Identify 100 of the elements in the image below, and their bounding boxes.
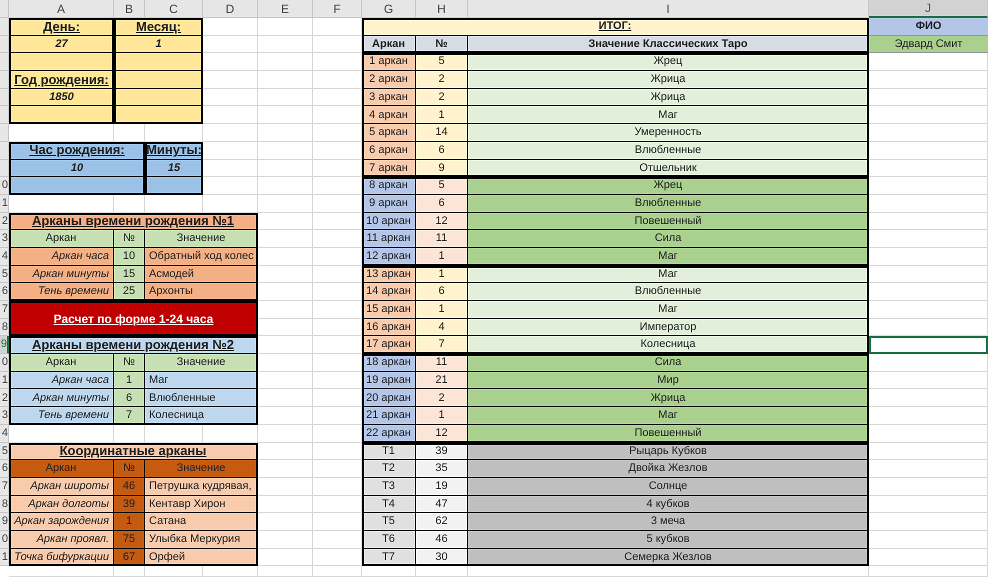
row-number[interactable]: 7 xyxy=(0,478,9,496)
table-cell: Аркан часа xyxy=(9,248,114,266)
table-cell: Маг xyxy=(468,407,869,425)
table-cell: 1 xyxy=(114,513,145,531)
table-cell: 6 xyxy=(114,389,145,408)
table-cell: T3 xyxy=(362,478,416,496)
table-cell: 10 аркан xyxy=(362,212,416,230)
column-header[interactable]: A xyxy=(9,0,114,18)
table-cell: 21 xyxy=(416,372,468,390)
table-cell: T6 xyxy=(362,530,416,549)
table-cell: T5 xyxy=(362,513,416,531)
table-cell: 1 xyxy=(416,407,468,425)
row-number[interactable]: 8 xyxy=(0,318,9,336)
table-cell: 6 xyxy=(416,142,468,160)
column-header[interactable]: C xyxy=(145,0,203,18)
table-cell: Маг xyxy=(468,301,869,319)
column-header[interactable]: G xyxy=(362,0,416,18)
row-number[interactable]: 3 xyxy=(0,407,9,425)
row-header[interactable] xyxy=(0,71,9,89)
row-number[interactable]: 9 xyxy=(0,336,9,354)
table-cell: Аркан зарождения xyxy=(9,513,114,531)
table-cell: 3 аркан xyxy=(362,88,416,106)
table-cell: 1850 xyxy=(9,88,114,106)
column-header: Значение xyxy=(145,354,258,372)
table-cell: 1 xyxy=(416,106,468,124)
row-header[interactable] xyxy=(0,53,9,72)
column-header: № xyxy=(114,230,145,248)
row-number[interactable]: 2 xyxy=(0,389,9,408)
row-number[interactable]: 1 xyxy=(0,372,9,390)
table-cell: 10 xyxy=(9,160,145,178)
table-cell: 11 xyxy=(416,230,468,248)
table-cell: Влюбленные xyxy=(145,389,258,408)
table-cell: Умеренность xyxy=(468,124,869,142)
row-header[interactable] xyxy=(0,36,9,54)
table-cell: T2 xyxy=(362,460,416,478)
table-cell: Влюбленные xyxy=(468,194,869,213)
table-cell: Кентавр Хирон xyxy=(145,496,258,514)
table-cell: Маг xyxy=(468,106,869,124)
table-cell: Солнце xyxy=(468,478,869,496)
row-number[interactable]: 6 xyxy=(0,283,9,301)
column-header[interactable]: H xyxy=(416,0,468,18)
column-header[interactable]: E xyxy=(258,0,313,18)
row-number[interactable]: 4 xyxy=(0,248,9,266)
row-number[interactable]: 8 xyxy=(0,496,9,514)
table-cell: Эдвард Смит xyxy=(869,36,988,54)
table-cell: 20 аркан xyxy=(362,389,416,408)
row-number[interactable]: 0 xyxy=(0,354,9,372)
table-cell: 16 аркан xyxy=(362,318,416,336)
column-header[interactable]: I xyxy=(468,0,869,18)
row-number[interactable]: 7 xyxy=(0,301,9,319)
row-number[interactable]: 4 xyxy=(0,424,9,442)
select-all-corner[interactable] xyxy=(0,0,9,18)
column-header: № xyxy=(114,354,145,372)
table-cell: 11 аркан xyxy=(362,230,416,248)
row-number[interactable]: 0 xyxy=(0,530,9,549)
row-number[interactable]: 0 xyxy=(0,177,9,195)
table-cell: Сатана xyxy=(145,513,258,531)
column-header: Значение xyxy=(145,230,258,248)
row-header[interactable] xyxy=(0,142,9,160)
row-header[interactable] xyxy=(0,88,9,106)
column-header[interactable]: B xyxy=(114,0,145,18)
field-label: Год рождения: xyxy=(9,71,114,89)
row-header[interactable] xyxy=(0,160,9,178)
column-header[interactable]: F xyxy=(313,0,362,18)
table-cell: 9 аркан xyxy=(362,194,416,213)
table-cell: Влюбленные xyxy=(468,283,869,301)
row-number[interactable]: 6 xyxy=(0,460,9,478)
table-cell: Аркан широты xyxy=(9,478,114,496)
column-header[interactable]: J xyxy=(869,0,988,18)
table-cell: 6 xyxy=(416,283,468,301)
table-cell: 5 кубков xyxy=(468,530,869,549)
table-cell: Сила xyxy=(468,230,869,248)
table-cell: Аркан минуты xyxy=(9,266,114,284)
row-number[interactable]: 1 xyxy=(0,194,9,213)
row-number[interactable]: 5 xyxy=(0,266,9,284)
table-cell: Аркан часа xyxy=(9,372,114,390)
table-cell: 1 xyxy=(114,36,203,54)
table-cell: 62 xyxy=(416,513,468,531)
table-cell: 46 xyxy=(416,530,468,549)
table-cell: 3 меча xyxy=(468,513,869,531)
row-header[interactable] xyxy=(0,124,9,142)
table-cell: 6 xyxy=(416,194,468,213)
table-cell: Двойка Жезлов xyxy=(468,460,869,478)
row-number[interactable]: 3 xyxy=(0,230,9,248)
row-header[interactable] xyxy=(0,106,9,124)
table-cell: 4 аркан xyxy=(362,106,416,124)
row-number[interactable]: 5 xyxy=(0,442,9,460)
table-cell: Жрица xyxy=(468,71,869,89)
row-number[interactable]: 2 xyxy=(0,212,9,230)
table-cell: 2 аркан xyxy=(362,71,416,89)
table-cell: Маг xyxy=(145,372,258,390)
row-header[interactable] xyxy=(0,18,9,36)
column-header[interactable]: D xyxy=(203,0,258,18)
table-cell: 14 аркан xyxy=(362,283,416,301)
row-number[interactable]: 9 xyxy=(0,513,9,531)
table-cell: 35 xyxy=(416,460,468,478)
row-number[interactable]: 1 xyxy=(0,548,9,566)
table-cell: 10 xyxy=(114,248,145,266)
table-cell: Жрица xyxy=(468,88,869,106)
table-cell: Петрушка кудрявая, xyxy=(145,478,258,496)
